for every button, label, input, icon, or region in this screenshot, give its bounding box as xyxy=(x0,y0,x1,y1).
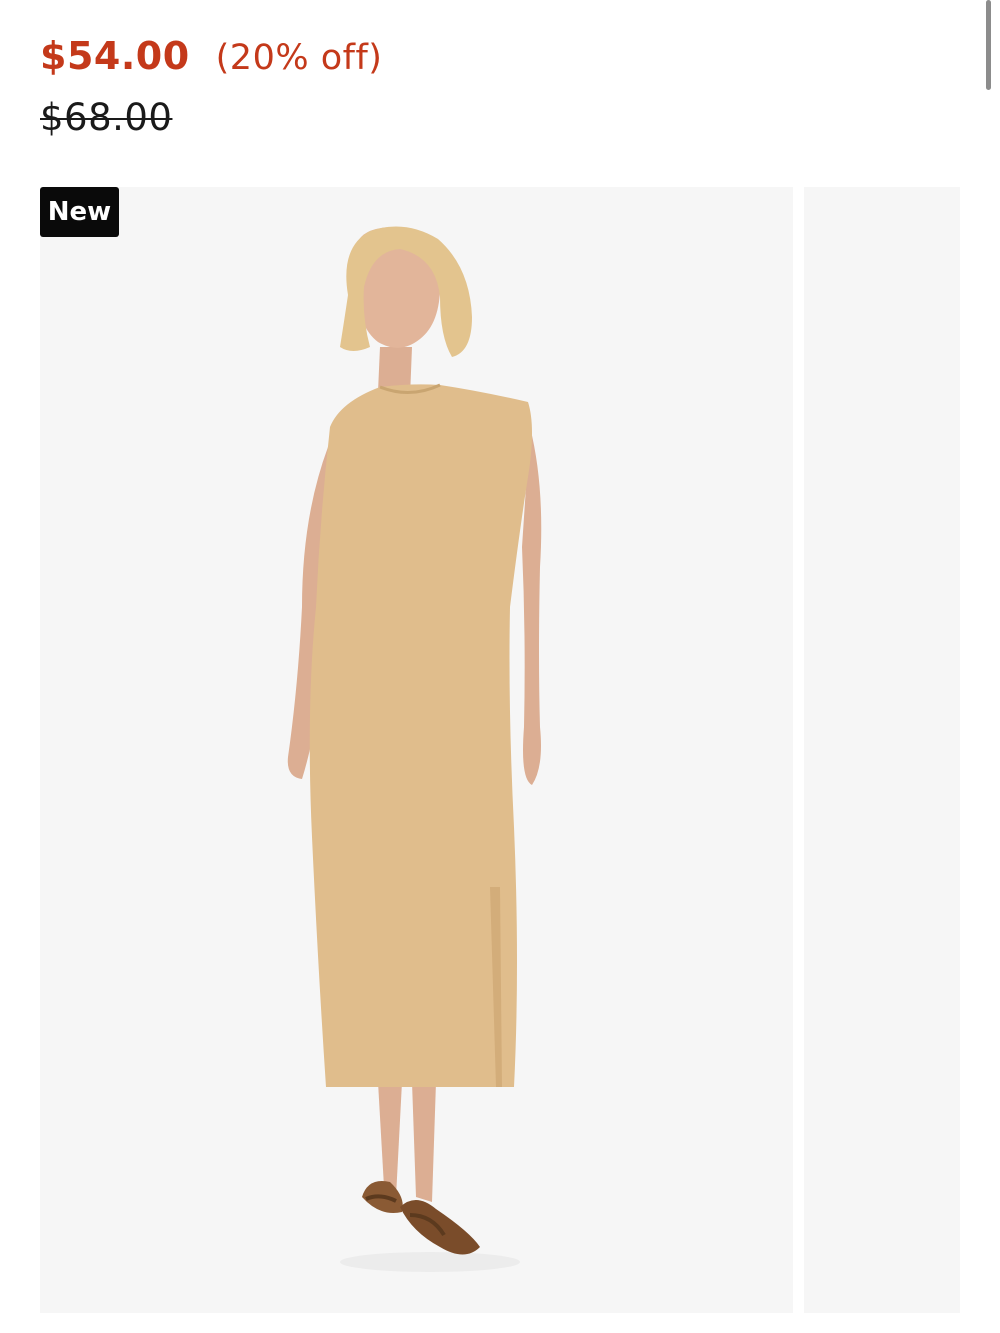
product-image-main[interactable]: New xyxy=(40,187,793,1313)
original-price: $68.00 xyxy=(40,96,173,139)
product-photo xyxy=(287,226,542,1272)
product-image-next-peek[interactable] xyxy=(804,187,960,1313)
product-image-carousel[interactable]: New xyxy=(40,187,960,1313)
sale-price-row: $54.00 (20% off) xyxy=(40,34,382,78)
new-badge: New xyxy=(40,187,119,237)
price-block: $54.00 (20% off) xyxy=(40,34,382,78)
discount-label: (20% off) xyxy=(215,38,383,78)
sale-price: $54.00 xyxy=(40,34,190,78)
page-scrollbar[interactable] xyxy=(986,0,991,90)
